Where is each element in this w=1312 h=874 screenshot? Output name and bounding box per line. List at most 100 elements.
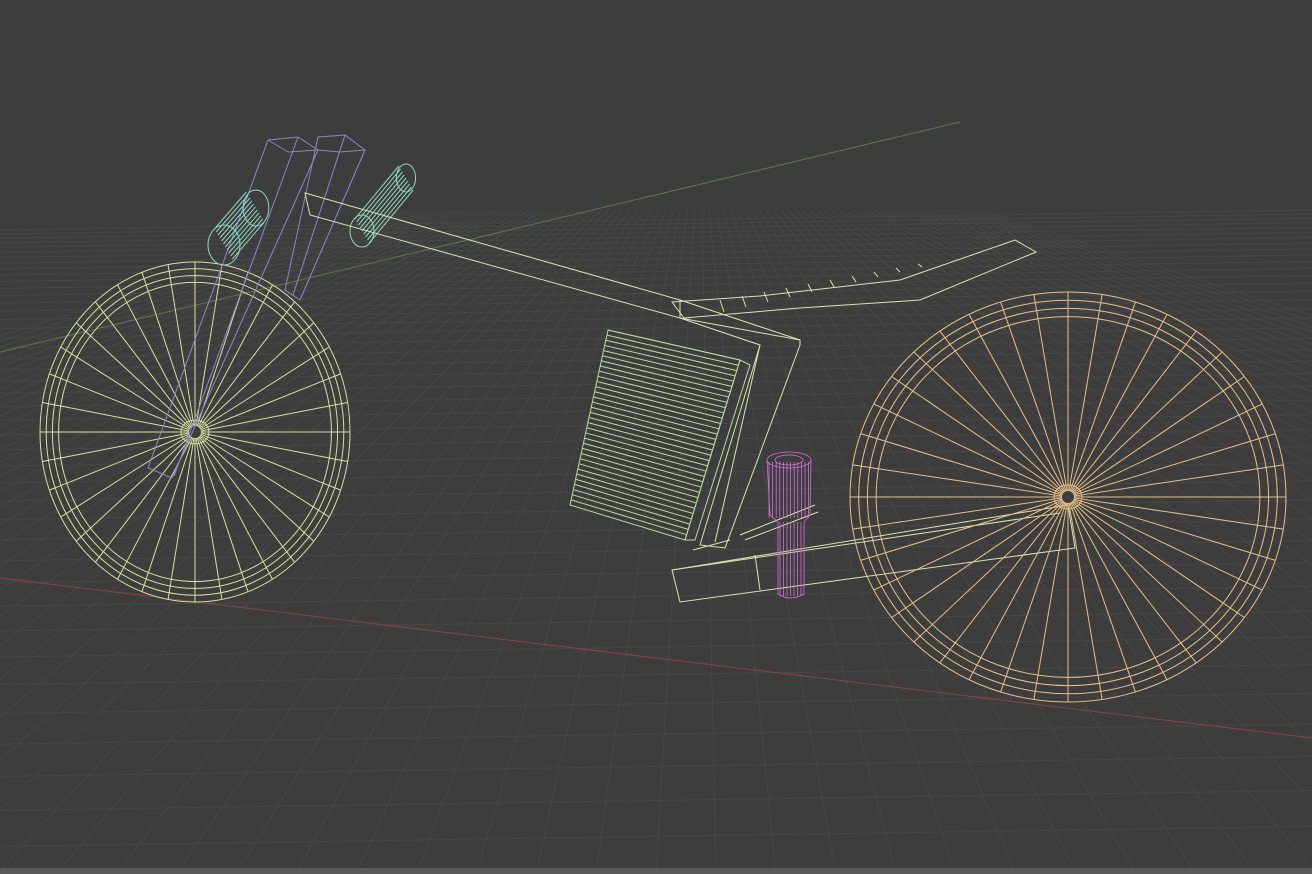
grid-line	[0, 585, 1312, 607]
grid-line	[0, 248, 1312, 270]
handlebar[interactable]	[207, 163, 417, 266]
grip-segment	[358, 171, 403, 226]
grid-line	[0, 209, 1312, 231]
grid-line	[0, 693, 1312, 715]
grip-segment	[354, 165, 400, 220]
wheel-tread-segment	[1097, 675, 1103, 700]
wheel-spoke	[200, 433, 324, 484]
wheel-spoke	[932, 369, 1065, 494]
wheel-spoke	[196, 437, 243, 573]
wheel-spoke	[954, 350, 1065, 493]
wheel-spoke	[1008, 325, 1067, 492]
wheel-tread-segment	[49, 482, 68, 491]
grid-line	[0, 723, 1312, 745]
wheel-tread-segment	[939, 642, 956, 664]
wheel-spoke	[1068, 318, 1099, 492]
wheel-tread-segment	[939, 330, 956, 352]
wheel-tread-segment	[873, 578, 898, 591]
seat-segment	[763, 291, 769, 303]
y-axis-line	[0, 121, 961, 353]
grid-line	[0, 755, 1312, 777]
wheel-tread-segment	[1250, 552, 1276, 561]
seat-segment	[719, 299, 725, 313]
battery-cell-line	[575, 478, 694, 515]
wheel-tread-segment	[141, 272, 149, 292]
grid-line	[115, 210, 631, 874]
grid-line	[744, 210, 1077, 874]
grid-line	[960, 210, 1312, 333]
wheel-tread-segment	[1257, 464, 1284, 470]
wheel-spoke	[932, 500, 1065, 625]
grid-line	[0, 480, 1312, 502]
swing-arm[interactable]	[671, 504, 1076, 603]
wheel-tread-segment	[852, 464, 879, 470]
wheel-spoke	[106, 436, 192, 547]
3d-viewport[interactable]	[0, 0, 1312, 874]
battery-cell-line	[576, 473, 695, 509]
wheel-tread-segment	[860, 552, 886, 561]
grid-line	[0, 222, 1312, 244]
wheel-tread-segment	[322, 373, 341, 382]
wheel-spoke	[1069, 502, 1128, 669]
battery-cell-line	[573, 489, 690, 525]
wheel-spoke	[1070, 336, 1156, 492]
battery-cell-line	[572, 494, 689, 530]
grid-line	[708, 210, 777, 874]
wheel-spoke	[199, 356, 314, 430]
wheel-spoke	[1071, 369, 1204, 494]
grid-line	[0, 226, 1312, 248]
wheel-spoke	[1073, 498, 1251, 554]
grid-line	[295, 210, 652, 874]
pedal-crank[interactable]	[766, 451, 812, 599]
wheel-tread-segment	[1180, 642, 1197, 664]
grip-segment	[365, 183, 410, 238]
wheel-tread-segment	[241, 572, 249, 592]
wheel-tread-segment	[167, 264, 172, 285]
grid-line	[0, 664, 1312, 686]
wheel-spoke	[878, 468, 1063, 497]
wheel-spoke	[912, 500, 1064, 604]
wheel-spoke	[1072, 500, 1224, 604]
wheel-spoke	[896, 414, 1063, 495]
wheel-tread-segment	[218, 579, 223, 600]
wheel-spoke	[1037, 502, 1068, 676]
wheel-tread-segment	[968, 657, 982, 680]
grid-line	[0, 327, 1312, 349]
wheel-spoke	[200, 380, 324, 431]
grip-end	[242, 189, 270, 227]
grid-line	[903, 210, 1312, 393]
wheel-spoke	[1070, 502, 1156, 658]
wheel-tread-segment	[1000, 668, 1010, 693]
wheel-spoke	[954, 501, 1065, 644]
battery-cell-line	[570, 499, 687, 536]
wireframe-scene[interactable]	[0, 0, 1312, 874]
wheel-spoke	[980, 502, 1066, 658]
grid-line	[939, 210, 1312, 352]
battery-cell-line	[574, 483, 692, 520]
wheel-tread-segment	[1222, 602, 1245, 618]
battery-side	[684, 359, 751, 541]
wheel-spoke	[980, 336, 1066, 492]
grid-line	[0, 299, 1312, 321]
grid-line	[0, 562, 1312, 584]
seat-segment	[741, 295, 747, 308]
viewport-bottom-edge	[0, 868, 1312, 874]
wheel-spoke	[106, 317, 192, 428]
wheel-tread-segment	[1033, 294, 1039, 319]
wheel-spoke	[66, 433, 190, 484]
wheel-spoke	[1072, 390, 1224, 494]
grid-line	[932, 210, 1312, 359]
wheel-spoke	[198, 436, 284, 547]
wheel-tread-segment	[1238, 578, 1263, 591]
wheel-spoke	[147, 437, 194, 573]
wheel-tread-segment	[1250, 433, 1276, 442]
wheel-tread-segment	[141, 572, 149, 592]
wheel-spoke	[1008, 502, 1067, 669]
grid-line	[0, 789, 1312, 811]
grid-line	[0, 636, 1312, 658]
wheel-tread-segment	[167, 579, 172, 600]
wheel-tread-segment	[1033, 675, 1039, 700]
wheel-tread-segment	[852, 524, 879, 530]
grid-line	[0, 825, 1312, 847]
wheel-spoke	[1073, 499, 1240, 580]
